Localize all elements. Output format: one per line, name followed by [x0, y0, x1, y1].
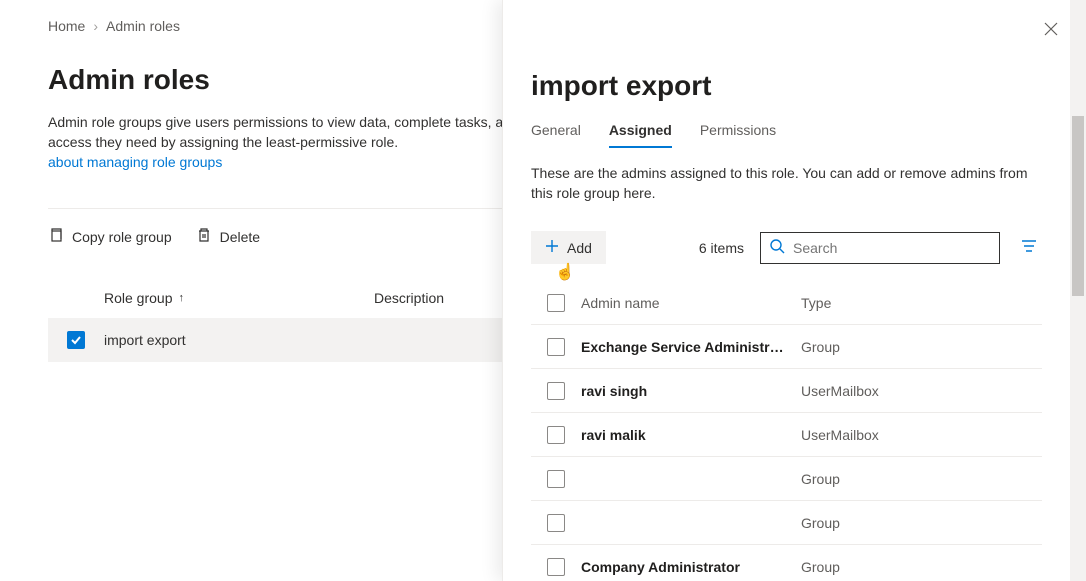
- row-checkbox[interactable]: [547, 382, 565, 400]
- delete-label: Delete: [220, 229, 260, 245]
- admin-type: Group: [801, 515, 1042, 531]
- close-button[interactable]: [1040, 18, 1062, 43]
- column-admin-name[interactable]: Admin name: [581, 295, 801, 311]
- row-checkbox[interactable]: [547, 514, 565, 532]
- search-input[interactable]: [793, 240, 991, 256]
- admin-type: Group: [801, 471, 1042, 487]
- scrollbar[interactable]: [1070, 0, 1086, 581]
- add-label: Add: [567, 240, 592, 256]
- admin-row[interactable]: ravi malikUserMailbox: [531, 413, 1042, 457]
- plus-icon: [545, 239, 559, 256]
- items-count: 6 items: [699, 240, 744, 256]
- admin-row[interactable]: ravi singhUserMailbox: [531, 369, 1042, 413]
- search-box[interactable]: [760, 232, 1000, 264]
- column-role-group-label: Role group: [104, 290, 173, 306]
- copy-role-group-button[interactable]: Copy role group: [48, 223, 172, 250]
- panel-description: These are the admins assigned to this ro…: [531, 163, 1042, 203]
- breadcrumb-current: Admin roles: [106, 18, 180, 34]
- row-checkbox[interactable]: [67, 331, 85, 349]
- admin-row[interactable]: Group: [531, 457, 1042, 501]
- admin-table-header: Admin name Type: [531, 294, 1042, 325]
- search-icon: [769, 238, 785, 257]
- delete-button[interactable]: Delete: [196, 223, 260, 250]
- admin-type: UserMailbox: [801, 427, 1042, 443]
- column-type[interactable]: Type: [801, 295, 1042, 311]
- admin-name: ravi malik: [581, 427, 801, 443]
- admin-type: Group: [801, 339, 1042, 355]
- admin-name: ravi singh: [581, 383, 801, 399]
- column-role-group[interactable]: Role group ↑: [104, 290, 374, 306]
- admin-row[interactable]: Company AdministratorGroup: [531, 545, 1042, 581]
- tab-assigned[interactable]: Assigned: [609, 122, 672, 148]
- panel-tabs: General Assigned Permissions: [531, 122, 1042, 149]
- filter-button[interactable]: [1016, 233, 1042, 262]
- row-checkbox[interactable]: [547, 338, 565, 356]
- row-rolegroup-name: import export: [104, 332, 374, 348]
- cursor-icon: ☝: [555, 262, 575, 282]
- admin-name: Company Administrator: [581, 559, 801, 575]
- learn-more-link[interactable]: about managing role groups: [48, 154, 222, 170]
- admin-type: UserMailbox: [801, 383, 1042, 399]
- close-icon: [1044, 24, 1058, 39]
- admin-row[interactable]: Group: [531, 501, 1042, 545]
- filter-icon: [1020, 243, 1038, 258]
- sort-ascending-icon: ↑: [179, 292, 185, 304]
- select-all-checkbox[interactable]: [547, 294, 565, 312]
- add-button[interactable]: Add ☝: [531, 231, 606, 264]
- chevron-right-icon: ›: [93, 18, 98, 34]
- copy-label: Copy role group: [72, 229, 172, 245]
- tab-permissions[interactable]: Permissions: [700, 122, 776, 148]
- scrollbar-thumb[interactable]: [1072, 116, 1084, 296]
- delete-icon: [196, 227, 212, 246]
- admin-type: Group: [801, 559, 1042, 575]
- admin-row[interactable]: Exchange Service Administrat...Group: [531, 325, 1042, 369]
- panel-title: import export: [531, 70, 1042, 102]
- row-checkbox[interactable]: [547, 470, 565, 488]
- copy-icon: [48, 227, 64, 246]
- admin-name: Exchange Service Administrat...: [581, 339, 801, 355]
- row-checkbox[interactable]: [547, 558, 565, 576]
- details-panel: import export General Assigned Permissio…: [502, 0, 1086, 581]
- breadcrumb-home[interactable]: Home: [48, 18, 85, 34]
- row-checkbox[interactable]: [547, 426, 565, 444]
- tab-general[interactable]: General: [531, 122, 581, 148]
